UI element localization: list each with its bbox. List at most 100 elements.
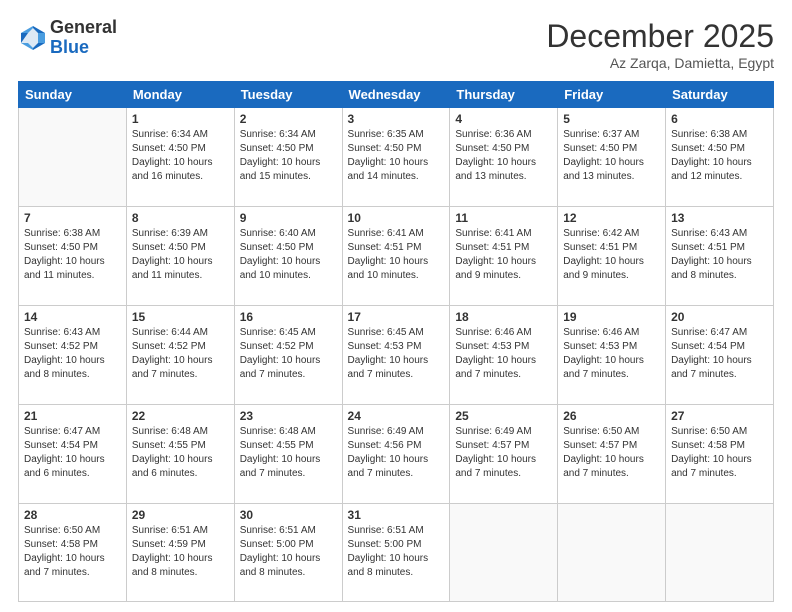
day-info: Sunrise: 6:47 AMSunset: 4:54 PMDaylight:… [671, 326, 768, 382]
day-number: 23 [240, 409, 337, 423]
table-row: 19 Sunrise: 6:46 AMSunset: 4:53 PMDayligh… [558, 306, 666, 405]
day-number: 22 [132, 409, 229, 423]
day-number: 10 [348, 211, 445, 225]
table-row: 29 Sunrise: 6:51 AMSunset: 4:59 PMDayligh… [126, 504, 234, 602]
day-info: Sunrise: 6:41 AMSunset: 4:51 PMDaylight:… [348, 227, 445, 283]
table-row: 20 Sunrise: 6:47 AMSunset: 4:54 PMDayligh… [666, 306, 774, 405]
table-row: 22 Sunrise: 6:48 AMSunset: 4:55 PMDayligh… [126, 405, 234, 504]
table-row [558, 504, 666, 602]
day-info: Sunrise: 6:47 AMSunset: 4:54 PMDaylight:… [24, 425, 121, 481]
day-number: 3 [348, 112, 445, 126]
day-number: 5 [563, 112, 660, 126]
table-row: 5 Sunrise: 6:37 AMSunset: 4:50 PMDaylight… [558, 108, 666, 207]
col-wednesday: Wednesday [342, 82, 450, 108]
table-row: 3Sunrise: 6:35 AMSunset: 4:50 PMDaylight… [342, 108, 450, 207]
day-number: 11 [455, 211, 552, 225]
table-row: 28 Sunrise: 6:50 AMSunset: 4:58 PMDayligh… [19, 504, 127, 602]
day-info: Sunrise: 6:50 AMSunset: 4:58 PMDaylight:… [24, 524, 121, 580]
col-sunday: Sunday [19, 82, 127, 108]
day-info: Sunrise: 6:38 AMSunset: 4:50 PMDaylight:… [24, 227, 121, 283]
day-number: 8 [132, 211, 229, 225]
day-info: Sunrise: 6:43 AMSunset: 4:51 PMDaylight:… [671, 227, 768, 283]
table-row: 23 Sunrise: 6:48 AMSunset: 4:55 PMDayligh… [234, 405, 342, 504]
day-info: Sunrise: 6:48 AMSunset: 4:55 PMDaylight:… [240, 425, 337, 481]
table-row: 21 Sunrise: 6:47 AMSunset: 4:54 PMDayligh… [19, 405, 127, 504]
table-row: 6 Sunrise: 6:38 AMSunset: 4:50 PMDaylight… [666, 108, 774, 207]
col-friday: Friday [558, 82, 666, 108]
table-row: 8 Sunrise: 6:39 AMSunset: 4:50 PMDaylight… [126, 207, 234, 306]
table-row: 4Sunrise: 6:36 AMSunset: 4:50 PMDaylight… [450, 108, 558, 207]
day-info: Sunrise: 6:48 AMSunset: 4:55 PMDaylight:… [132, 425, 229, 481]
table-row: 15 Sunrise: 6:44 AMSunset: 4:52 PMDayligh… [126, 306, 234, 405]
day-info: Sunrise: 6:34 AMSunset: 4:50 PMDaylight:… [240, 128, 337, 184]
day-number: 19 [563, 310, 660, 324]
day-number: 30 [240, 508, 337, 522]
table-row: 25 Sunrise: 6:49 AMSunset: 4:57 PMDayligh… [450, 405, 558, 504]
day-info: Sunrise: 6:41 AMSunset: 4:51 PMDaylight:… [455, 227, 552, 283]
day-info: Sunrise: 6:37 AMSunset: 4:50 PMDaylight:… [563, 128, 660, 184]
day-number: 13 [671, 211, 768, 225]
day-info: Sunrise: 6:34 AMSunset: 4:50 PMDaylight:… [132, 128, 229, 184]
day-info: Sunrise: 6:46 AMSunset: 4:53 PMDaylight:… [563, 326, 660, 382]
table-row: 17 Sunrise: 6:45 AMSunset: 4:53 PMDayligh… [342, 306, 450, 405]
title-block: December 2025 Az Zarqa, Damietta, Egypt [546, 18, 774, 71]
table-row: 31Sunrise: 6:51 AMSunset: 5:00 PMDayligh… [342, 504, 450, 602]
month-title: December 2025 [546, 18, 774, 55]
day-number: 15 [132, 310, 229, 324]
day-info: Sunrise: 6:45 AMSunset: 4:53 PMDaylight:… [348, 326, 445, 382]
day-number: 12 [563, 211, 660, 225]
day-number: 24 [348, 409, 445, 423]
table-row: 27Sunrise: 6:50 AMSunset: 4:58 PMDayligh… [666, 405, 774, 504]
day-number: 21 [24, 409, 121, 423]
day-info: Sunrise: 6:46 AMSunset: 4:53 PMDaylight:… [455, 326, 552, 382]
day-number: 28 [24, 508, 121, 522]
day-info: Sunrise: 6:51 AMSunset: 5:00 PMDaylight:… [240, 524, 337, 580]
day-number: 9 [240, 211, 337, 225]
location: Az Zarqa, Damietta, Egypt [546, 55, 774, 71]
table-row: 14 Sunrise: 6:43 AMSunset: 4:52 PMDayligh… [19, 306, 127, 405]
day-info: Sunrise: 6:42 AMSunset: 4:51 PMDaylight:… [563, 227, 660, 283]
day-number: 6 [671, 112, 768, 126]
day-number: 4 [455, 112, 552, 126]
day-info: Sunrise: 6:38 AMSunset: 4:50 PMDaylight:… [671, 128, 768, 184]
table-row: 7 Sunrise: 6:38 AMSunset: 4:50 PMDaylight… [19, 207, 127, 306]
day-number: 16 [240, 310, 337, 324]
col-saturday: Saturday [666, 82, 774, 108]
day-info: Sunrise: 6:39 AMSunset: 4:50 PMDaylight:… [132, 227, 229, 283]
day-info: Sunrise: 6:49 AMSunset: 4:56 PMDaylight:… [348, 425, 445, 481]
table-row: 13 Sunrise: 6:43 AMSunset: 4:51 PMDayligh… [666, 207, 774, 306]
logo-general: General [50, 18, 117, 38]
table-row: 10 Sunrise: 6:41 AMSunset: 4:51 PMDayligh… [342, 207, 450, 306]
day-info: Sunrise: 6:40 AMSunset: 4:50 PMDaylight:… [240, 227, 337, 283]
day-info: Sunrise: 6:44 AMSunset: 4:52 PMDaylight:… [132, 326, 229, 382]
day-number: 20 [671, 310, 768, 324]
day-number: 2 [240, 112, 337, 126]
logo-blue: Blue [50, 38, 117, 58]
day-number: 7 [24, 211, 121, 225]
table-row: 30 Sunrise: 6:51 AMSunset: 5:00 PMDayligh… [234, 504, 342, 602]
table-row: 18Sunrise: 6:46 AMSunset: 4:53 PMDayligh… [450, 306, 558, 405]
table-row [450, 504, 558, 602]
table-row: 1 Sunrise: 6:34 AMSunset: 4:50 PMDaylight… [126, 108, 234, 207]
day-info: Sunrise: 6:51 AMSunset: 4:59 PMDaylight:… [132, 524, 229, 580]
day-number: 1 [132, 112, 229, 126]
table-row [19, 108, 127, 207]
table-row: 24 Sunrise: 6:49 AMSunset: 4:56 PMDayligh… [342, 405, 450, 504]
table-row [666, 504, 774, 602]
day-number: 14 [24, 310, 121, 324]
day-info: Sunrise: 6:51 AMSunset: 5:00 PMDaylight:… [348, 524, 445, 580]
table-row: 9 Sunrise: 6:40 AMSunset: 4:50 PMDaylight… [234, 207, 342, 306]
day-number: 29 [132, 508, 229, 522]
day-info: Sunrise: 6:43 AMSunset: 4:52 PMDaylight:… [24, 326, 121, 382]
day-info: Sunrise: 6:45 AMSunset: 4:52 PMDaylight:… [240, 326, 337, 382]
day-number: 25 [455, 409, 552, 423]
day-info: Sunrise: 6:50 AMSunset: 4:58 PMDaylight:… [671, 425, 768, 481]
calendar: Sunday Monday Tuesday Wednesday Thursday… [18, 81, 774, 602]
day-number: 17 [348, 310, 445, 324]
col-tuesday: Tuesday [234, 82, 342, 108]
table-row: 12 Sunrise: 6:42 AMSunset: 4:51 PMDayligh… [558, 207, 666, 306]
day-info: Sunrise: 6:49 AMSunset: 4:57 PMDaylight:… [455, 425, 552, 481]
table-row: 11 Sunrise: 6:41 AMSunset: 4:51 PMDayligh… [450, 207, 558, 306]
table-row: 16 Sunrise: 6:45 AMSunset: 4:52 PMDayligh… [234, 306, 342, 405]
day-info: Sunrise: 6:50 AMSunset: 4:57 PMDaylight:… [563, 425, 660, 481]
